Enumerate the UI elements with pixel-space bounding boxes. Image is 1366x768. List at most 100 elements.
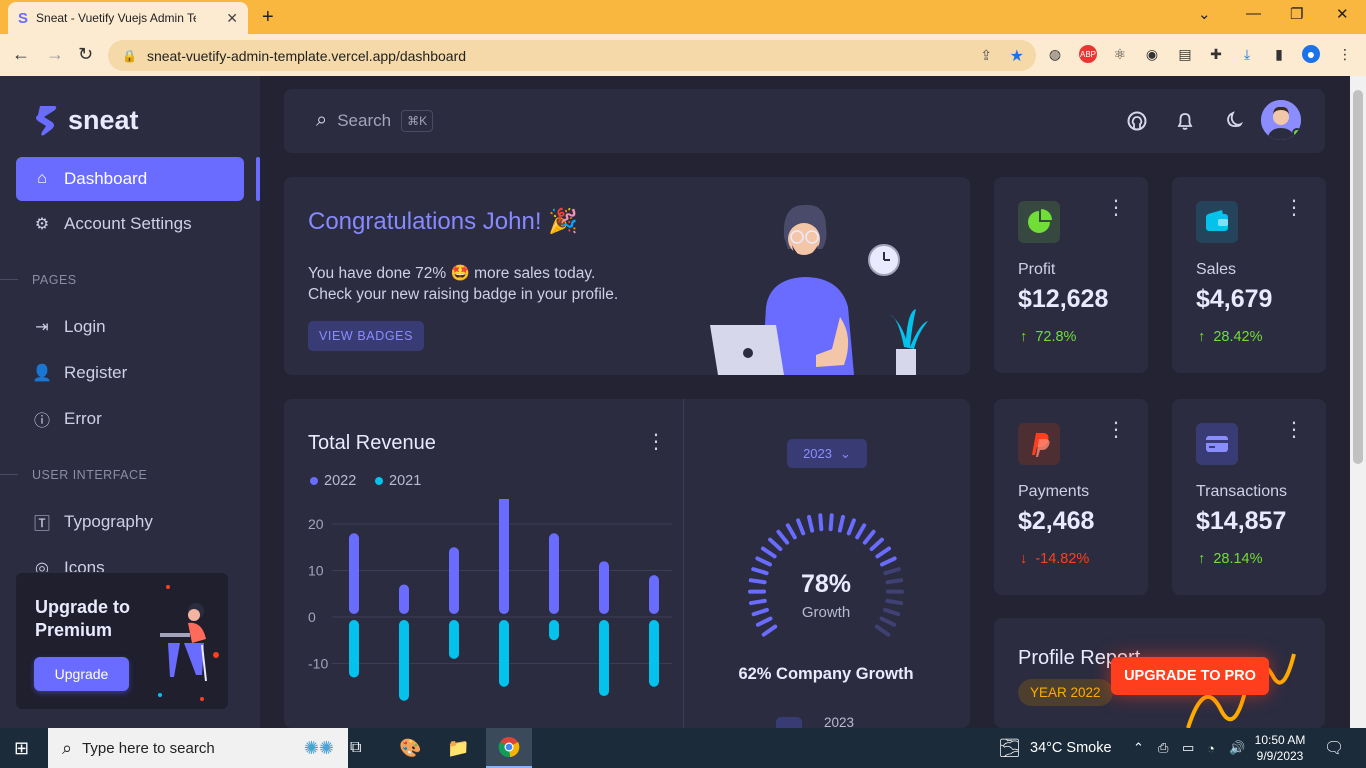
- year-select-label: 2023: [803, 446, 832, 461]
- arrow-up-icon: ↑: [1198, 329, 1206, 345]
- windows-start-icon[interactable]: ⊞: [14, 728, 29, 768]
- legend-label: 2021: [389, 473, 422, 489]
- stat-value: $12,628: [1018, 285, 1109, 313]
- volume-icon[interactable]: 🔊: [1229, 728, 1245, 768]
- clock[interactable]: 10:50 AM 9/9/2023: [1252, 728, 1308, 768]
- bar-2022: [399, 584, 409, 614]
- share-icon[interactable]: ⇪: [980, 47, 992, 64]
- scrollbar-thumb[interactable]: [1353, 90, 1363, 464]
- brand-name: sneat: [68, 104, 139, 135]
- new-tab-icon[interactable]: +: [262, 6, 274, 29]
- avatar[interactable]: [1261, 100, 1301, 140]
- chrome-taskbar-icon[interactable]: [486, 728, 532, 768]
- bookmark-star-icon[interactable]: ★: [1010, 46, 1024, 66]
- tab-search-icon[interactable]: ⌄: [1198, 5, 1211, 23]
- online-status-dot: [1292, 128, 1301, 138]
- eyes-extension-icon[interactable]: ◉: [1143, 45, 1161, 63]
- gauge-tick: [785, 523, 797, 540]
- stat-value: $2,468: [1018, 507, 1095, 535]
- sidebar-item-label: Register: [64, 363, 128, 382]
- more-options-icon[interactable]: ⋮: [1284, 420, 1304, 440]
- upgrade-to-pro-button[interactable]: UPGRADE TO PRO: [1111, 657, 1269, 695]
- view-badges-button[interactable]: VIEW BADGES: [308, 321, 424, 351]
- reload-icon[interactable]: ↻: [78, 44, 93, 65]
- stat-value: $4,679: [1196, 285, 1273, 313]
- sidebar-item-label: Dashboard: [64, 169, 148, 188]
- sidebar-item-register[interactable]: 👤 Register: [16, 351, 244, 395]
- dollar-icon: [776, 717, 802, 728]
- weather-text[interactable]: 34°C Smoke: [1030, 728, 1112, 768]
- address-bar[interactable]: 🔒 sneat-vuetify-admin-template.vercel.ap…: [108, 40, 1036, 71]
- close-window-icon[interactable]: ✕: [1336, 5, 1349, 23]
- bar-2021: [499, 620, 509, 687]
- profile-icon[interactable]: ●: [1302, 45, 1320, 63]
- bar-2021: [399, 620, 409, 701]
- bar-2021: [349, 620, 359, 678]
- side-panel-icon[interactable]: ▮: [1270, 45, 1288, 63]
- back-icon[interactable]: ←: [12, 44, 30, 65]
- sneat-favicon-icon: S: [18, 9, 29, 27]
- chevron-down-icon: ⌄: [840, 445, 851, 461]
- growth-label: Growth: [801, 604, 851, 621]
- search-trigger[interactable]: ⌕ Search ⌘K: [316, 109, 434, 132]
- stat-change-value: -14.82%: [1035, 551, 1090, 567]
- more-options-icon[interactable]: ⋮: [646, 429, 666, 454]
- wifi-icon[interactable]: ◔: [1207, 728, 1215, 768]
- adblock-extension-icon[interactable]: ABP: [1079, 45, 1097, 63]
- paint-app-icon[interactable]: 🎨: [399, 728, 421, 768]
- sidebar-item-typography[interactable]: 🅃 Typography: [16, 500, 244, 544]
- battery-icon[interactable]: ▭: [1182, 728, 1194, 768]
- bell-icon[interactable]: [1174, 110, 1196, 132]
- copy-extension-icon[interactable]: ▤: [1176, 45, 1194, 63]
- sidebar-item-login[interactable]: ⇥ Login: [16, 305, 244, 349]
- globe-extension-icon[interactable]: ◍: [1046, 45, 1064, 63]
- task-view-icon[interactable]: ⧉: [350, 728, 361, 768]
- sidebar-item-account-settings[interactable]: ⚙ Account Settings: [16, 202, 244, 246]
- menu-dots-icon[interactable]: ⋮: [1336, 45, 1354, 63]
- congrats-line-2: Check your new raising badge in your pro…: [308, 286, 619, 303]
- forward-icon[interactable]: →: [46, 44, 64, 65]
- gauge-tick: [874, 624, 891, 637]
- url-text: sneat-vuetify-admin-template.vercel.app/…: [146, 47, 467, 64]
- taskbar-search-placeholder: Type here to search: [82, 739, 215, 757]
- page-scrollbar[interactable]: [1350, 76, 1366, 728]
- file-explorer-icon[interactable]: 📁: [447, 728, 469, 768]
- minimize-icon[interactable]: —: [1246, 5, 1261, 22]
- bar-2021: [549, 620, 559, 641]
- clock-date: 9/9/2023: [1256, 749, 1304, 763]
- credit-card-icon: [1196, 423, 1238, 465]
- react-extension-icon[interactable]: ⚛: [1111, 45, 1129, 63]
- year-select-button[interactable]: 2023 ⌄: [787, 439, 867, 468]
- taskbar-search[interactable]: ⌕ Type here to search ✺✺: [48, 728, 348, 768]
- github-icon[interactable]: [1126, 110, 1148, 132]
- gauge-tick: [880, 556, 897, 567]
- stat-label: Transactions: [1196, 483, 1287, 500]
- y-tick-label: 20: [308, 516, 324, 532]
- puzzle-extensions-icon[interactable]: ✚: [1207, 45, 1225, 63]
- sidebar-item-error[interactable]: ⓘ Error: [16, 397, 244, 441]
- close-tab-icon[interactable]: ✕: [226, 10, 238, 27]
- brand-logo[interactable]: sneat: [34, 104, 139, 136]
- total-revenue-card: Total Revenue ⋮ 2022 2021 3020100-10 202…: [284, 399, 970, 728]
- download-icon[interactable]: ⤓: [1238, 45, 1256, 63]
- sidebar-item-dashboard[interactable]: ⌂ Dashboard: [16, 157, 244, 201]
- tray-chevron-icon[interactable]: ⌃: [1133, 728, 1144, 768]
- restore-icon[interactable]: ❐: [1290, 5, 1303, 23]
- congrats-text: You have done 72% 🤩 more sales today. Ch…: [308, 263, 708, 305]
- weather-icon[interactable]: 🌫: [998, 728, 1021, 768]
- sidebar-item-icons[interactable]: ◎ Icons: [16, 546, 244, 572]
- notifications-icon[interactable]: 🗨: [1324, 728, 1344, 768]
- more-options-icon[interactable]: ⋮: [1284, 198, 1304, 218]
- more-options-icon[interactable]: ⋮: [1106, 198, 1126, 218]
- stat-card-profit: ⋮ Profit $12,628 ↑ 72.8%: [994, 177, 1148, 373]
- meet-now-icon[interactable]: ⎙: [1158, 728, 1168, 768]
- wallet-icon: [1196, 201, 1238, 243]
- y-tick-label: 0: [308, 609, 316, 625]
- upgrade-button[interactable]: Upgrade: [34, 657, 129, 691]
- gauge-tick: [828, 513, 834, 532]
- moon-icon[interactable]: [1222, 110, 1244, 132]
- more-options-icon[interactable]: ⋮: [1106, 420, 1126, 440]
- browser-tab[interactable]: S Sneat - Vuetify Vuejs Admin Template ✕: [8, 2, 248, 34]
- stat-card-transactions: ⋮ Transactions $14,857 ↑ 28.14%: [1172, 399, 1326, 595]
- browser-tab-strip: S Sneat - Vuetify Vuejs Admin Template ✕…: [0, 0, 1366, 34]
